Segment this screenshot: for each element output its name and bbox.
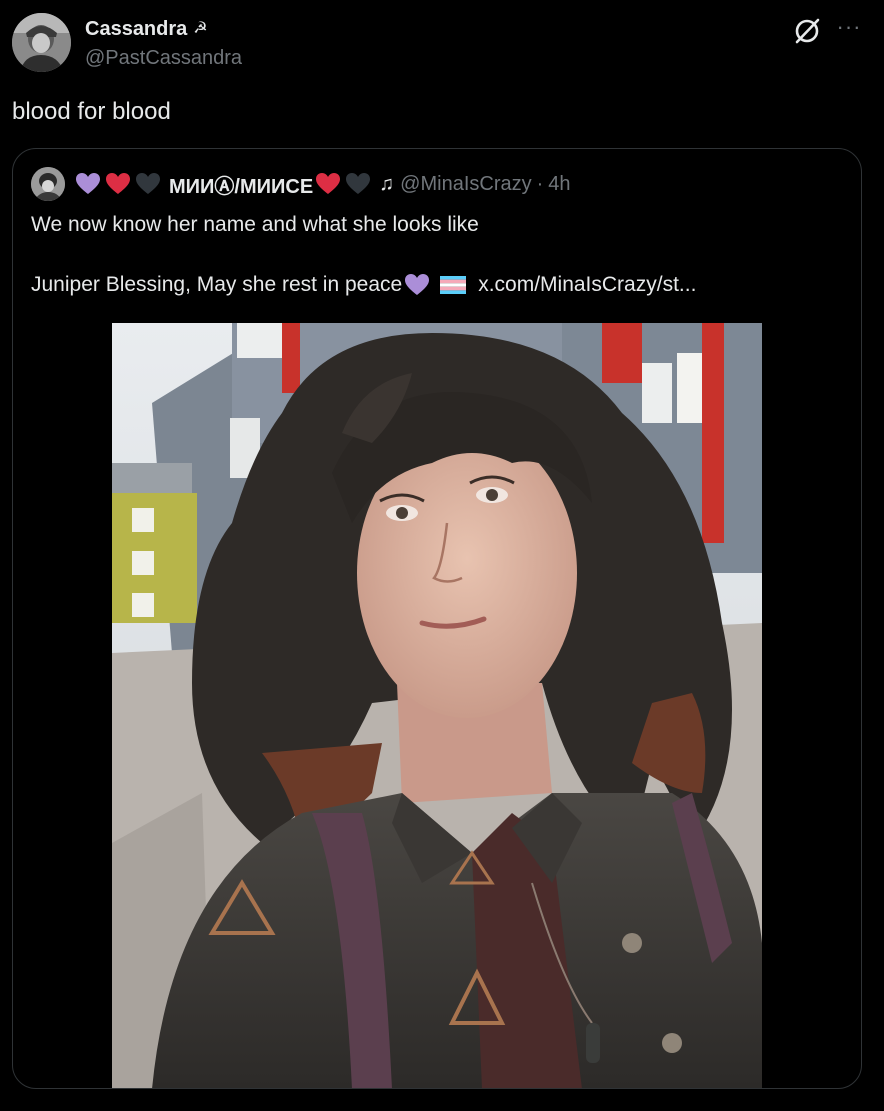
black-heart-icon [346,173,371,194]
transgender-flag-icon [440,276,467,294]
author-avatar[interactable] [12,13,71,72]
author-name-row[interactable]: Cassandra ☭ [85,16,242,42]
red-heart-icon [106,173,130,194]
separator-dot: · [536,172,544,195]
purple-heart-icon [76,173,100,194]
purple-heart-icon [405,274,430,295]
quoted-author-name[interactable]: МИИⒶ/МИИСЕ [169,170,313,199]
hammer-sickle-icon: ☭ [193,20,208,37]
quoted-tweet-header: МИИⒶ/МИИСЕ ♫ @MinaIsCrazy · 4h [31,167,571,201]
grok-icon[interactable] [792,16,822,46]
quoted-text-line1: We now know her name and what she looks … [31,213,479,236]
portrait-photo [112,323,762,1088]
quoted-text-line2-text: Juniper Blessing, May she rest in peace [31,273,403,296]
quoted-tweet[interactable]: МИИⒶ/МИИСЕ ♫ @MinaIsCrazy · 4h We now kn… [12,148,862,1089]
quoted-author-handle[interactable]: @MinaIsCrazy [400,173,531,196]
black-heart-icon [136,173,160,194]
quoted-author-avatar[interactable] [31,167,65,201]
tweet-text: blood for blood [12,98,171,125]
author-info: Cassandra ☭ @PastCassandra [85,16,242,72]
author-handle[interactable]: @PastCassandra [85,44,242,72]
author-name[interactable]: Cassandra [85,16,187,42]
quoted-photo[interactable] [112,323,762,1088]
quoted-text-line2: Juniper Blessing, May she rest in peace … [31,271,696,299]
more-options-icon[interactable]: ··· [834,12,864,42]
music-note-icon: ♫ [379,172,395,195]
quoted-link[interactable]: x.com/MinaIsCrazy/st... [478,271,696,299]
quoted-timestamp[interactable]: 4h [548,173,570,196]
red-heart-icon [316,173,341,194]
tweet: Cassandra ☭ @PastCassandra ··· blood for… [0,0,884,1111]
